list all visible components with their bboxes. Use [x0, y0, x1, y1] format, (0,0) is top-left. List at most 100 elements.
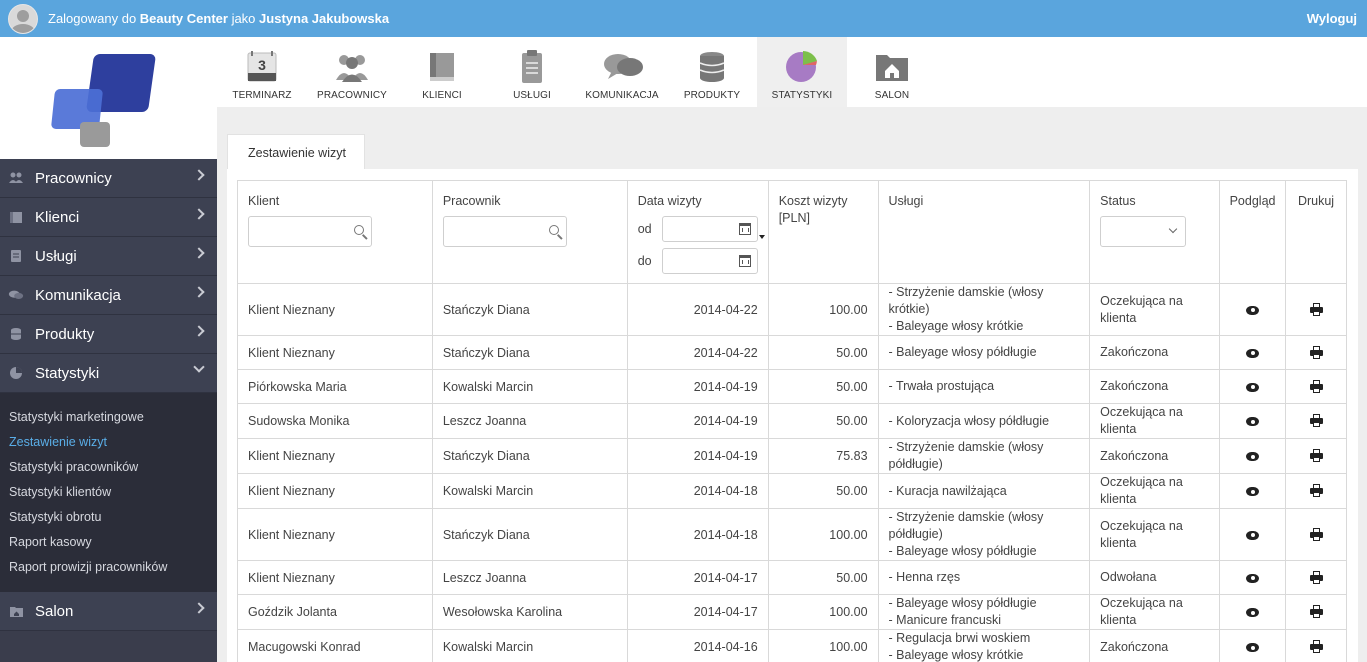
eye-icon[interactable]: [1246, 382, 1260, 392]
service-line: - Baleyage włosy krótkie: [888, 319, 1024, 333]
sidebar-item-statystyki[interactable]: Statystyki: [0, 354, 217, 393]
service-line: - Baleyage włosy krótkie: [888, 648, 1024, 662]
status-line: Oczekująca na: [1100, 293, 1183, 308]
status-line: Zakończona: [1100, 448, 1169, 463]
printer-icon[interactable]: [1309, 345, 1323, 359]
eye-icon[interactable]: [1246, 643, 1260, 653]
toolbar-uslugi[interactable]: USŁUGI: [487, 37, 577, 107]
status-line: klienta: [1100, 492, 1137, 506]
col-cost-label: Koszt wizyty [PLN]: [778, 194, 848, 225]
submenu-statystyki-klientow[interactable]: Statystyki klientów: [0, 480, 217, 505]
status-line: klienta: [1100, 535, 1137, 550]
table-row[interactable]: Piórkowska Maria Kowalski Marcin 2014-04-1…: [237, 369, 1347, 404]
col-print-label: Drukuj: [1297, 194, 1335, 208]
sidebar-item-label: Pracownicy: [35, 169, 112, 187]
cell-cost: 75.83: [767, 438, 879, 474]
cell-client: Piórkowska Maria: [237, 369, 433, 404]
eye-icon[interactable]: [1246, 487, 1260, 497]
table-row[interactable]: Sudowska Monika Leszcz Joanna 2014-04-19 50…: [237, 403, 1347, 439]
date-to-input[interactable]: [661, 248, 758, 274]
eye-icon[interactable]: [1246, 452, 1260, 462]
table-row[interactable]: Klient Nieznany Leszcz Joanna 2014-04-17 50…: [237, 560, 1347, 595]
sidebar-item-pracownicy[interactable]: Pracownicy: [0, 159, 217, 198]
toolbar-terminarz[interactable]: 3 TERMINARZ: [217, 37, 307, 107]
submenu-raport-kasowy[interactable]: Raport kasowy: [0, 530, 217, 555]
toolbar-label: SALON: [874, 90, 910, 101]
app-logo: [0, 37, 217, 159]
client-search-input[interactable]: [248, 216, 372, 247]
eye-icon[interactable]: [1246, 417, 1260, 427]
cell-preview: [1219, 403, 1287, 439]
printer-icon[interactable]: [1309, 484, 1323, 498]
status-select[interactable]: [1100, 216, 1187, 247]
status-line: klienta: [1100, 310, 1137, 325]
submenu-statystyki-pracownikow[interactable]: Statystyki pracowników: [0, 455, 217, 480]
cell-preview: [1219, 560, 1287, 595]
printer-icon[interactable]: [1309, 527, 1323, 541]
eye-icon[interactable]: [1246, 530, 1260, 540]
printer-icon[interactable]: [1309, 605, 1323, 619]
cell-status: Zakończona: [1089, 438, 1221, 474]
cell-services: - Trwała prostująca: [877, 369, 1091, 404]
toolbar-klienci[interactable]: KLIENCI: [397, 37, 487, 107]
chevron-right-icon: [193, 286, 205, 298]
logout-link[interactable]: Wyloguj: [1307, 11, 1357, 26]
folder-home-icon: [872, 49, 912, 87]
calendar-icon[interactable]: [738, 255, 751, 267]
eye-icon[interactable]: [1246, 573, 1260, 583]
date-from-input[interactable]: [661, 216, 765, 242]
printer-icon[interactable]: [1309, 379, 1323, 393]
col-employee-label: Pracownik: [442, 194, 501, 208]
toolbar-statystyki[interactable]: STATYSTYKI: [757, 37, 847, 107]
pie-chart-icon: [8, 366, 24, 380]
submenu-statystyki-obrotu[interactable]: Statystyki obrotu: [0, 505, 217, 530]
toolbar-salon[interactable]: SALON: [847, 37, 937, 107]
submenu-raport-prowizji[interactable]: Raport prowizji pracowników: [0, 555, 217, 580]
eye-icon[interactable]: [1246, 305, 1260, 315]
company-name: Beauty Center: [139, 11, 228, 26]
col-cost: Koszt wizyty [PLN]: [767, 180, 879, 284]
sidebar-item-produkty[interactable]: Produkty: [0, 315, 217, 354]
cell-preview: [1219, 473, 1287, 509]
chevron-right-icon: [193, 169, 205, 181]
sidebar-item-komunikacja[interactable]: Komunikacja: [0, 276, 217, 315]
tab-zestawienie-wizyt[interactable]: Zestawienie wizyt: [227, 134, 365, 170]
printer-icon[interactable]: [1309, 570, 1323, 584]
printer-icon[interactable]: [1309, 414, 1323, 428]
cell-cost: 100.00: [767, 629, 879, 662]
cell-client: Klient Nieznany: [237, 283, 433, 336]
sidebar-item-klienci[interactable]: Klienci: [0, 198, 217, 237]
calendar-icon: 3: [242, 49, 282, 87]
submenu-zestawienie-wizyt[interactable]: Zestawienie wizyt: [0, 430, 217, 455]
toolbar-label: KOMUNIKACJA: [585, 90, 659, 101]
employee-search-input[interactable]: [442, 216, 567, 247]
caret-down-icon[interactable]: [758, 235, 765, 239]
search-icon: [548, 225, 559, 235]
printer-icon[interactable]: [1309, 449, 1323, 463]
printer-icon[interactable]: [1309, 302, 1323, 316]
submenu-statystyki-marketingowe[interactable]: Statystyki marketingowe: [0, 405, 217, 430]
table-row[interactable]: Klient Nieznany Stańczyk Diana 2014-04-22 5…: [237, 335, 1347, 370]
table-row[interactable]: Klient Nieznany Stańczyk Diana 2014-04-19 7…: [237, 438, 1347, 474]
calendar-icon[interactable]: [738, 223, 751, 235]
printer-icon[interactable]: [1309, 640, 1323, 654]
cell-print: [1285, 438, 1347, 474]
eye-icon[interactable]: [1246, 348, 1260, 358]
table-row[interactable]: Goździk Jolanta Wesołowska Karolina 2014-0…: [237, 594, 1347, 630]
table-row[interactable]: Klient Nieznany Kowalski Marcin 2014-04-18…: [237, 473, 1347, 509]
table-row[interactable]: Macugowski Konrad Kowalski Marcin 2014-04-…: [237, 629, 1347, 662]
cell-services: - Kuracja nawilżająca: [877, 473, 1091, 509]
toolbar-komunikacja[interactable]: KOMUNIKACJA: [577, 37, 667, 107]
cell-employee: Stańczyk Diana: [431, 508, 628, 561]
toolbar-produkty[interactable]: PRODUKTY: [667, 37, 757, 107]
eye-icon[interactable]: [1246, 608, 1260, 618]
toolbar-pracownicy[interactable]: PRACOWNICY: [307, 37, 397, 107]
table-row[interactable]: Klient Nieznany Stańczyk Diana 2014-04-18 1…: [237, 508, 1347, 561]
sidebar-item-salon[interactable]: Salon: [0, 592, 217, 631]
sidebar-item-uslugi[interactable]: Usługi: [0, 237, 217, 276]
service-line: półdługie): [888, 527, 943, 541]
table-row[interactable]: Klient Nieznany Stańczyk Diana 2014-04-22 1…: [237, 283, 1347, 336]
visits-table: Klient Pracownik Data wizyty od do Koszt…: [237, 180, 1347, 662]
status-line: Zakończona: [1100, 639, 1169, 654]
cell-client: Macugowski Konrad: [237, 629, 433, 662]
